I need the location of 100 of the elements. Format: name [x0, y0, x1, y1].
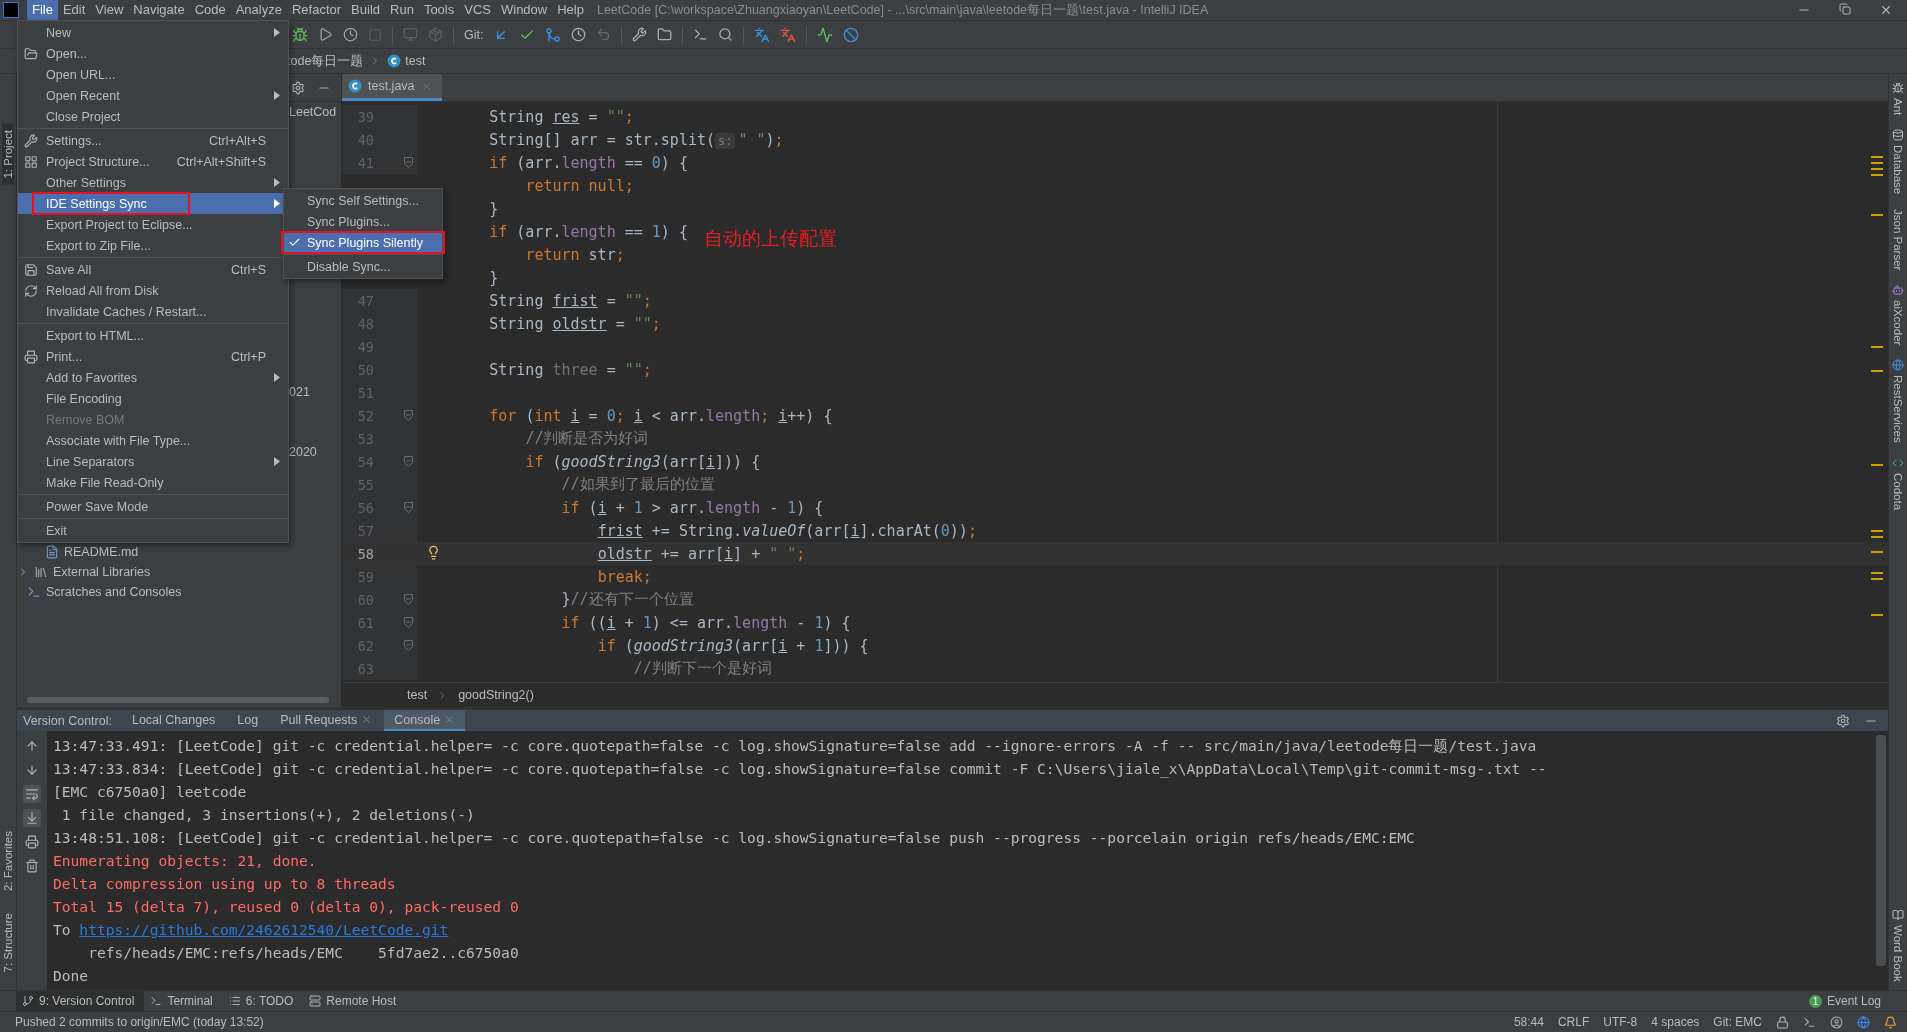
menu-item[interactable]: Code — [189, 0, 231, 20]
menu-item[interactable]: Refactor — [286, 0, 347, 20]
console-line: 13:47:33.834: [LeetCode] git -c credential.helper= -c core.quotepath=false -c log.showSignature=false commit -F C:\Users\jiale_x\AppData\Local\Temp\git-commit-msg-.txt -- — [53, 759, 1548, 780]
status-item[interactable]: CRLF — [1557, 1015, 1590, 1029]
menu-item[interactable]: View — [90, 0, 129, 20]
menu-item[interactable]: Build — [346, 0, 385, 20]
menu-item[interactable]: Add to Favorites — [18, 367, 288, 388]
menu-item[interactable]: Analyze — [230, 0, 287, 20]
status-item[interactable]: UTF-8 — [1603, 1015, 1638, 1029]
repository-link[interactable]: https://github.com/2462612540/LeetCode.git — [79, 921, 449, 938]
tool-window-tab[interactable]: 9: Version Control — [16, 991, 145, 1011]
tree-item[interactable]: Scratches and Consoles — [27, 585, 182, 599]
menu-item[interactable]: Run — [385, 0, 419, 20]
console-line: 13:47:33.491: [LeetCode] git -c credential.helper= -c core.quotepath=false -c log.showSignature=false add --ignore-errors -A -f -- src/main/java/leetode每日一题/test.java — [53, 736, 1538, 756]
breadcrumb[interactable]: goodString2() — [458, 688, 534, 702]
tool-window-tab[interactable]: 7: Structure — [2, 906, 14, 979]
tool-window-tab[interactable]: Codota — [1892, 457, 1904, 511]
breadcrumb[interactable]: test — [407, 688, 428, 702]
breadcrumb[interactable]: test — [387, 54, 426, 68]
menu-item[interactable]: Print... Ctrl+P — [18, 346, 288, 367]
code-line: for (int i = 0; i < arr.length; i++) { — [489, 406, 833, 425]
menu-item[interactable]: File Encoding — [18, 388, 288, 409]
code-line: String[] arr = str.split( s: " "); — [489, 130, 784, 149]
panel-tab[interactable]: Pull Requests — [270, 710, 383, 731]
code-line: break; — [597, 567, 652, 586]
console-line: Total 15 (delta 7), reused 0 (delta 0), pack-reused 0 — [53, 897, 520, 917]
panel-tab[interactable]: Local Changes — [121, 710, 226, 731]
panel-title: Version Control: — [23, 713, 112, 728]
menu-item[interactable]: Close Project — [18, 106, 288, 127]
tool-window-tab[interactable]: Word Book — [1892, 909, 1904, 982]
code-line: frist += String.valueOf(arr[i].charAt(0)); — [597, 521, 977, 540]
menu-item[interactable]: File — [27, 0, 58, 20]
tree-item[interactable]: 2020 — [289, 445, 317, 459]
menu-item[interactable]: Make File Read-Only — [18, 472, 288, 493]
menu-item[interactable]: Sync Plugins... — [284, 211, 442, 232]
tool-window-tab[interactable]: Json Parser — [1892, 208, 1904, 270]
menu-item[interactable]: Open... — [18, 43, 288, 64]
menu-item[interactable]: Invalidate Caches / Restart... — [18, 301, 288, 322]
event-log-button[interactable]: 1 Event Log — [1808, 994, 1881, 1008]
status-item[interactable]: 58:44 — [1513, 1015, 1544, 1029]
menu-item[interactable]: Sync Plugins Silently — [284, 232, 442, 253]
code-line: oldstr += arr[i] + " "; — [597, 544, 806, 563]
console-line: Done — [53, 966, 90, 986]
menu-item[interactable]: Window — [495, 0, 553, 20]
tool-window-tab[interactable]: Remote Host — [303, 991, 407, 1011]
menu-item[interactable]: Open Recent — [18, 85, 288, 106]
code-line: } — [489, 268, 499, 287]
code-line: return str; — [525, 245, 625, 264]
menu-item[interactable]: Help — [552, 0, 589, 20]
code-line: //如果到了最后的位置 — [561, 475, 715, 494]
menu-item[interactable]: Exit — [18, 520, 288, 541]
menu-item[interactable]: Other Settings — [18, 172, 288, 193]
code-line: if (goodString3(arr[i])) { — [525, 452, 761, 471]
menu-item[interactable]: Project Structure... Ctrl+Alt+Shift+S — [18, 151, 288, 172]
menu-item[interactable]: Export to HTML... — [18, 325, 288, 346]
line-number: 58 — [356, 545, 374, 562]
file-tab[interactable]: test.java — [342, 74, 442, 101]
menu-item[interactable]: New — [18, 22, 288, 43]
tool-window-tab[interactable]: Database — [1892, 129, 1904, 195]
status-item[interactable]: Git: EMC — [1713, 1015, 1762, 1029]
code-line: }//还有下一个位置 — [561, 590, 694, 609]
menu-item[interactable]: Line Separators — [18, 451, 288, 472]
menu-item[interactable]: Associate with File Type... — [18, 430, 288, 451]
tool-window-tab[interactable]: 2: Favorites — [2, 824, 14, 897]
console-line: To https://github.com/2462612540/LeetCode.git — [53, 920, 450, 940]
code-line: String oldstr = ""; — [489, 314, 661, 333]
menu-item[interactable]: Navigate — [128, 0, 190, 20]
tool-window-tab[interactable]: aiXcoder — [1892, 283, 1904, 346]
code-line: if (arr.length == 0) { — [489, 153, 688, 172]
console-line: refs/heads/EMC:refs/heads/EMC 5fd7ae2..c6750a0 — [87, 943, 520, 963]
menu-item[interactable]: Power Save Mode — [18, 496, 288, 517]
menu-item[interactable]: Settings... Ctrl+Alt+S — [18, 130, 288, 151]
code-line: return null; — [525, 176, 634, 195]
tree-item[interactable]: 021 — [289, 385, 310, 399]
tree-item[interactable]: LeetCod — [289, 105, 337, 119]
count-badge: 1 — [1808, 994, 1822, 1008]
code-line: if (arr.length == 1) { — [489, 222, 688, 241]
menu-item[interactable]: Reload All from Disk — [18, 280, 288, 301]
status-item[interactable]: 4 spaces — [1651, 1015, 1700, 1029]
tool-window-tab[interactable]: 1: Project — [2, 124, 14, 185]
code-line: String res = ""; — [489, 107, 634, 126]
menu-item[interactable]: Open URL... — [18, 64, 288, 85]
menu-item[interactable]: Edit — [57, 0, 91, 20]
code-line: if (i + 1 > arr.length - 1) { — [561, 498, 824, 517]
panel-tab[interactable]: Console — [384, 710, 466, 731]
menu-item[interactable]: VCS — [459, 0, 496, 20]
tool-window-tab[interactable]: RestServices — [1892, 359, 1904, 443]
tree-item[interactable]: External Libraries — [17, 565, 151, 579]
console-line: [EMC c6750a0] leetcode — [53, 782, 248, 802]
code-line: if (goodString3(arr[i + 1])) { — [597, 636, 869, 655]
tool-window-tab[interactable]: Terminal — [144, 991, 223, 1011]
tool-window-tab[interactable]: Ant — [1892, 82, 1904, 116]
menu-item[interactable]: Tools — [418, 0, 460, 20]
panel-tab[interactable]: Log — [227, 710, 269, 731]
console-line: 1 file changed, 3 insertions(+), 2 deletions(-) — [60, 805, 476, 825]
tree-item[interactable]: README.md — [45, 545, 139, 559]
annotation-text: 自动的上传配置 — [704, 226, 837, 251]
code-line: String frist = ""; — [489, 291, 652, 310]
code-line: } — [489, 199, 499, 218]
tool-window-tab[interactable]: 6: TODO — [222, 991, 304, 1011]
